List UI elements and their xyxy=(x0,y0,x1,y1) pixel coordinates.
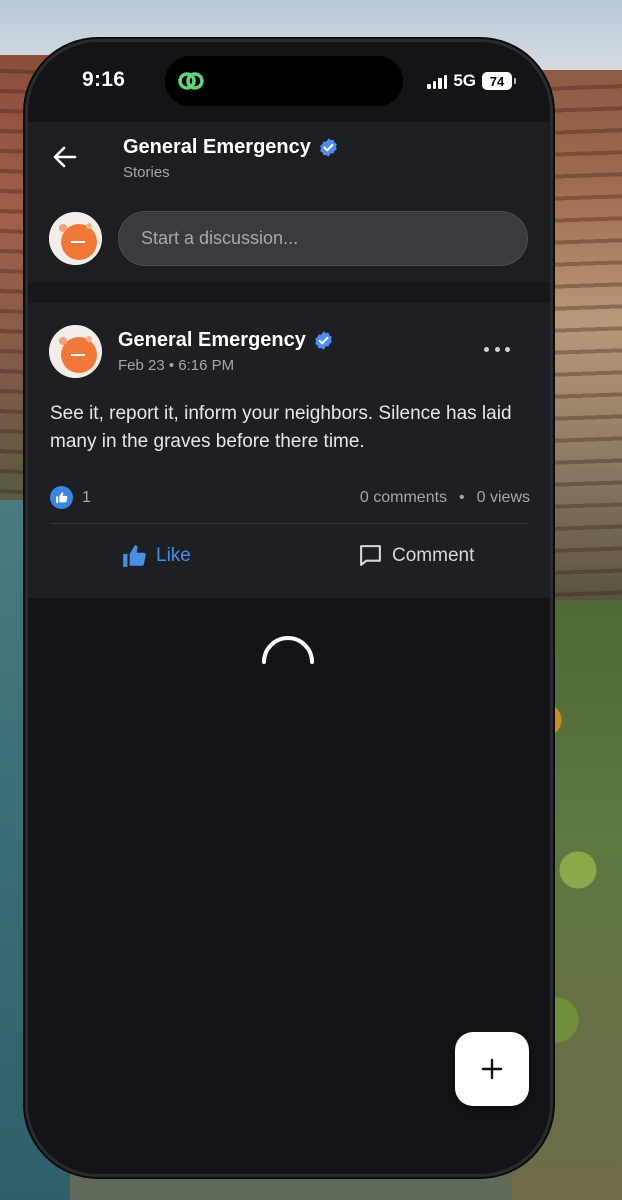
verified-badge-icon xyxy=(320,138,337,157)
verified-badge-icon xyxy=(315,331,332,350)
start-discussion-input[interactable]: Start a discussion... xyxy=(118,211,528,266)
post-body: See it, report it, inform your neighbors… xyxy=(50,403,512,452)
dynamic-island[interactable] xyxy=(165,56,403,106)
view-count: 0 views xyxy=(476,489,530,506)
thumbs-up-icon xyxy=(123,545,146,567)
section-divider xyxy=(28,282,550,303)
phone-screen: 9:16 5G 74 General Emergency Stories Sta… xyxy=(28,42,550,1174)
plus-icon xyxy=(481,1058,503,1080)
dot-icon xyxy=(494,346,500,352)
avatar-logo-icon xyxy=(49,325,102,378)
reactions-summary[interactable]: 1 xyxy=(50,486,91,509)
status-time: 9:16 xyxy=(82,68,126,91)
post-timestamp: Feb 23 • 6:16 PM xyxy=(118,357,234,374)
create-post-button[interactable] xyxy=(455,1032,529,1106)
user-avatar[interactable] xyxy=(49,212,102,265)
post-card: General Emergency Feb 23 • 6:16 PM See i… xyxy=(28,303,550,598)
avatar-logo-icon xyxy=(49,212,102,265)
like-button[interactable]: Like xyxy=(121,543,191,569)
dot-icon xyxy=(484,346,489,352)
meta-separator: • xyxy=(168,357,179,374)
post-stats: 0 comments • 0 views xyxy=(360,489,530,507)
status-indicators: 5G 74 xyxy=(427,71,516,91)
back-button[interactable] xyxy=(50,142,80,172)
group-header: General Emergency Stories Start a discus… xyxy=(28,122,550,282)
divider xyxy=(50,523,528,524)
arrow-left-icon xyxy=(53,146,77,168)
post-author-avatar[interactable] xyxy=(49,325,102,378)
page-subtitle: Stories xyxy=(123,164,170,181)
dot-icon xyxy=(505,346,510,352)
post-date: Feb 23 xyxy=(118,357,165,374)
page-title: General Emergency xyxy=(123,136,339,159)
comment-bubble-icon xyxy=(360,545,381,566)
post-author[interactable]: General Emergency xyxy=(118,329,334,352)
link-rings-icon xyxy=(178,72,204,90)
network-type: 5G xyxy=(453,71,476,90)
status-bar: 9:16 5G 74 xyxy=(28,42,550,122)
like-label: Like xyxy=(156,545,191,566)
comment-label: Comment xyxy=(392,544,475,566)
group-name: General Emergency xyxy=(123,136,311,158)
more-options-button[interactable] xyxy=(484,341,510,357)
post-time: 6:16 PM xyxy=(178,357,235,374)
comment-count[interactable]: 0 comments xyxy=(360,489,447,507)
comment-button[interactable]: Comment xyxy=(358,543,474,568)
thumbs-up-icon xyxy=(56,492,68,503)
reaction-count: 1 xyxy=(82,488,91,506)
loading-spinner-icon xyxy=(262,636,314,664)
post-author-name[interactable]: General Emergency xyxy=(118,329,306,352)
battery-icon: 74 xyxy=(482,72,516,90)
stats-separator: • xyxy=(459,489,465,506)
thumbs-up-badge-icon xyxy=(50,486,73,509)
signal-bars-icon xyxy=(427,74,448,89)
